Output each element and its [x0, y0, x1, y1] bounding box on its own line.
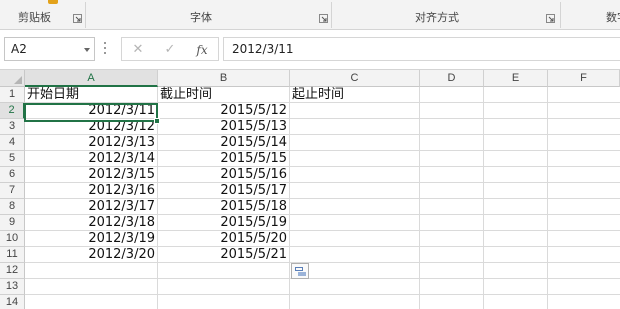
row-header-12[interactable]: 12 [0, 263, 25, 279]
row-header-4[interactable]: 4 [0, 135, 25, 151]
formula-text: 2012/3/11 [232, 42, 294, 56]
formula-buttons: ✕ ✓ fx [121, 37, 219, 61]
clipboard-group: 剪贴板 [0, 0, 84, 30]
chevron-down-icon[interactable] [84, 48, 90, 52]
select-all-button[interactable] [0, 70, 25, 87]
font-dialog-launcher-icon[interactable] [319, 14, 328, 23]
active-cell-border [24, 103, 158, 122]
font-group: 字体 [86, 0, 331, 30]
clipboard-group-label: 剪贴板 [18, 11, 51, 24]
cell-b10[interactable]: 2015/5/20 [158, 230, 290, 247]
cell-a9[interactable]: 2012/3/18 [25, 214, 158, 231]
cell-a10[interactable]: 2012/3/19 [25, 230, 158, 247]
row-header-9[interactable]: 9 [0, 215, 25, 231]
row-header-11[interactable]: 11 [0, 247, 25, 263]
cell-b8[interactable]: 2015/5/18 [158, 198, 290, 215]
name-box-value: A2 [11, 42, 27, 56]
cell-a6[interactable]: 2012/3/15 [25, 166, 158, 183]
drag-handle-icon[interactable] [104, 42, 107, 56]
formula-input[interactable]: 2012/3/11 [223, 37, 620, 61]
cell-b6[interactable]: 2015/5/16 [158, 166, 290, 183]
column-header-b[interactable]: B [158, 70, 290, 87]
column-header-f[interactable]: F [548, 70, 620, 87]
row-header-1[interactable]: 1 [0, 87, 25, 103]
select-all-icon [14, 76, 22, 84]
cell-header-c1[interactable]: 起止时间 [290, 86, 420, 103]
number-group-label: 数字 [606, 11, 620, 24]
cell-b2[interactable]: 2015/5/12 [158, 102, 290, 119]
enter-icon[interactable]: ✓ [160, 40, 180, 60]
number-group: 数字 [561, 0, 620, 30]
column-header-c[interactable]: C [290, 70, 420, 87]
cell-a4[interactable]: 2012/3/13 [25, 134, 158, 151]
worksheet-grid[interactable]: ABCDEF 1 2 3 4 5 6 7 8 9 10 11 12 13 14 开始日期 截止时间 起止时间 2… [0, 70, 620, 309]
alignment-dialog-launcher-icon[interactable] [546, 14, 555, 23]
ribbon-group-labels: 剪贴板 字体 对齐方式 数字 [0, 0, 620, 30]
formula-bar: A2 ✕ ✓ fx 2012/3/11 [0, 30, 620, 70]
auto-fill-options-icon[interactable] [291, 263, 309, 279]
cell-header-b1[interactable]: 截止时间 [158, 86, 290, 103]
row-header-10[interactable]: 10 [0, 231, 25, 247]
font-group-label: 字体 [190, 11, 212, 24]
alignment-group: 对齐方式 [332, 0, 559, 30]
name-box[interactable]: A2 [4, 37, 95, 61]
cell-b11[interactable]: 2015/5/21 [158, 246, 290, 263]
cell-b9[interactable]: 2015/5/19 [158, 214, 290, 231]
cell-b7[interactable]: 2015/5/17 [158, 182, 290, 199]
column-header-d[interactable]: D [420, 70, 484, 87]
row-header-5[interactable]: 5 [0, 151, 25, 167]
gridline-horizontal [25, 294, 620, 295]
cell-b4[interactable]: 2015/5/14 [158, 134, 290, 151]
alignment-group-label: 对齐方式 [415, 11, 459, 24]
cell-a7[interactable]: 2012/3/16 [25, 182, 158, 199]
column-header-a[interactable]: A [25, 70, 158, 87]
gridline-horizontal [25, 278, 620, 279]
cell-a5[interactable]: 2012/3/14 [25, 150, 158, 167]
fill-handle[interactable] [154, 118, 160, 124]
cell-a11[interactable]: 2012/3/20 [25, 246, 158, 263]
column-header-e[interactable]: E [484, 70, 548, 87]
row-header-13[interactable]: 13 [0, 279, 25, 295]
insert-function-icon[interactable]: fx [192, 40, 212, 60]
cell-b3[interactable]: 2015/5/13 [158, 118, 290, 135]
row-header-8[interactable]: 8 [0, 199, 25, 215]
cell-b5[interactable]: 2015/5/15 [158, 150, 290, 167]
row-header-14[interactable]: 14 [0, 295, 25, 309]
row-header-7[interactable]: 7 [0, 183, 25, 199]
cell-a8[interactable]: 2012/3/17 [25, 198, 158, 215]
cell-header-a1[interactable]: 开始日期 [25, 86, 158, 103]
row-header-3[interactable]: 3 [0, 119, 25, 135]
row-header-6[interactable]: 6 [0, 167, 25, 183]
row-header-2[interactable]: 2 [0, 103, 25, 119]
clipboard-dialog-launcher-icon[interactable] [73, 14, 82, 23]
cancel-icon[interactable]: ✕ [128, 40, 148, 60]
